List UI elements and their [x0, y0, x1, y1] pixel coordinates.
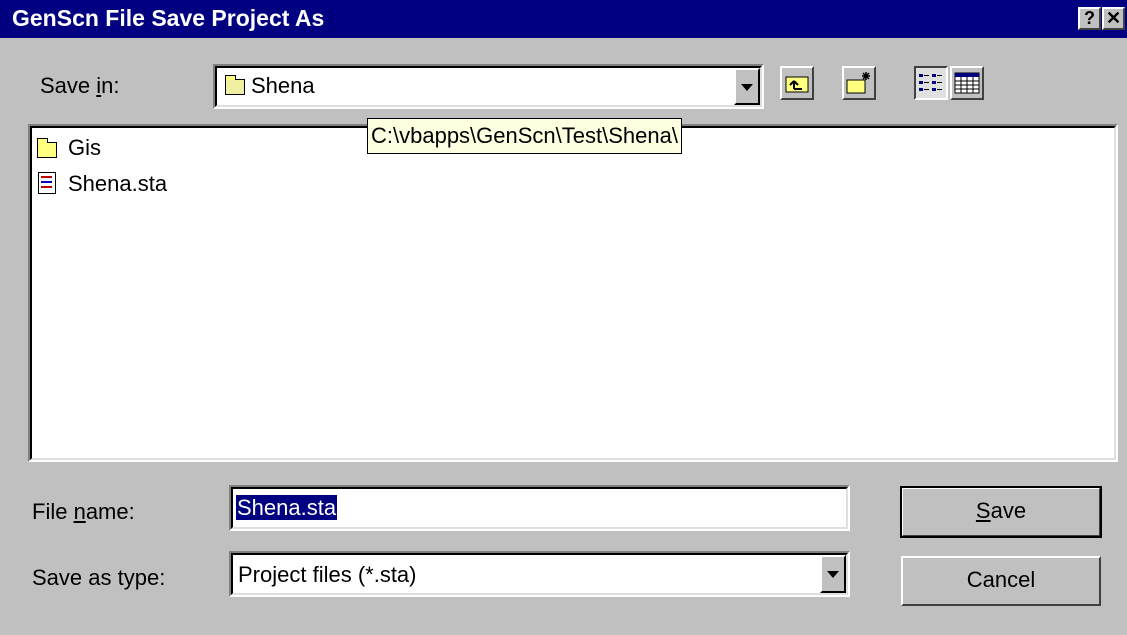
new-folder-icon	[846, 72, 870, 94]
save-as-type-label: Save as type:	[32, 565, 166, 590]
list-item-label: Shena.sta	[68, 171, 168, 196]
file-name-field[interactable]: Shena.sta	[229, 485, 850, 531]
save-as-type-dropdown-arrow[interactable]	[820, 555, 846, 593]
file-list[interactable]: Gis Shena.sta	[28, 124, 1118, 462]
path-tooltip: C:\vbapps\GenScn\Test\Shena\	[367, 118, 682, 154]
list-item[interactable]: Shena.sta	[35, 170, 235, 196]
help-icon: ?	[1084, 8, 1095, 28]
list-view-button[interactable]	[914, 66, 948, 100]
save-button[interactable]: Save	[900, 486, 1102, 538]
save-in-label: Save in:	[40, 73, 120, 98]
open-folder-icon	[225, 75, 245, 95]
save-in-dropdown-arrow[interactable]	[734, 68, 760, 105]
list-item[interactable]: Gis	[35, 135, 235, 161]
list-item-label: Gis	[68, 135, 101, 160]
file-name-label: File name:	[32, 499, 135, 524]
save-in-value: Shena	[251, 73, 315, 98]
help-button[interactable]: ?	[1078, 7, 1101, 30]
save-as-type-combo[interactable]: Project files (*.sta)	[229, 551, 850, 597]
cancel-button[interactable]: Cancel	[901, 556, 1101, 606]
details-view-icon	[954, 72, 980, 94]
save-in-combo[interactable]: Shena	[213, 64, 764, 109]
close-button[interactable]: ✕	[1102, 7, 1125, 30]
file-name-value: Shena.sta	[236, 495, 338, 520]
up-folder-icon	[785, 76, 809, 93]
project-file-icon	[38, 172, 56, 194]
folder-icon	[37, 138, 57, 158]
save-as-type-value: Project files (*.sta)	[238, 562, 417, 587]
details-view-button[interactable]	[950, 66, 984, 100]
create-new-folder-button[interactable]	[842, 66, 876, 100]
window-title: GenScn File Save Project As	[12, 5, 325, 31]
up-one-level-button[interactable]	[780, 66, 814, 100]
list-view-icon	[919, 74, 942, 91]
title-bar: GenScn File Save Project As ? ✕	[0, 0, 1127, 38]
close-icon: ✕	[1105, 8, 1122, 28]
